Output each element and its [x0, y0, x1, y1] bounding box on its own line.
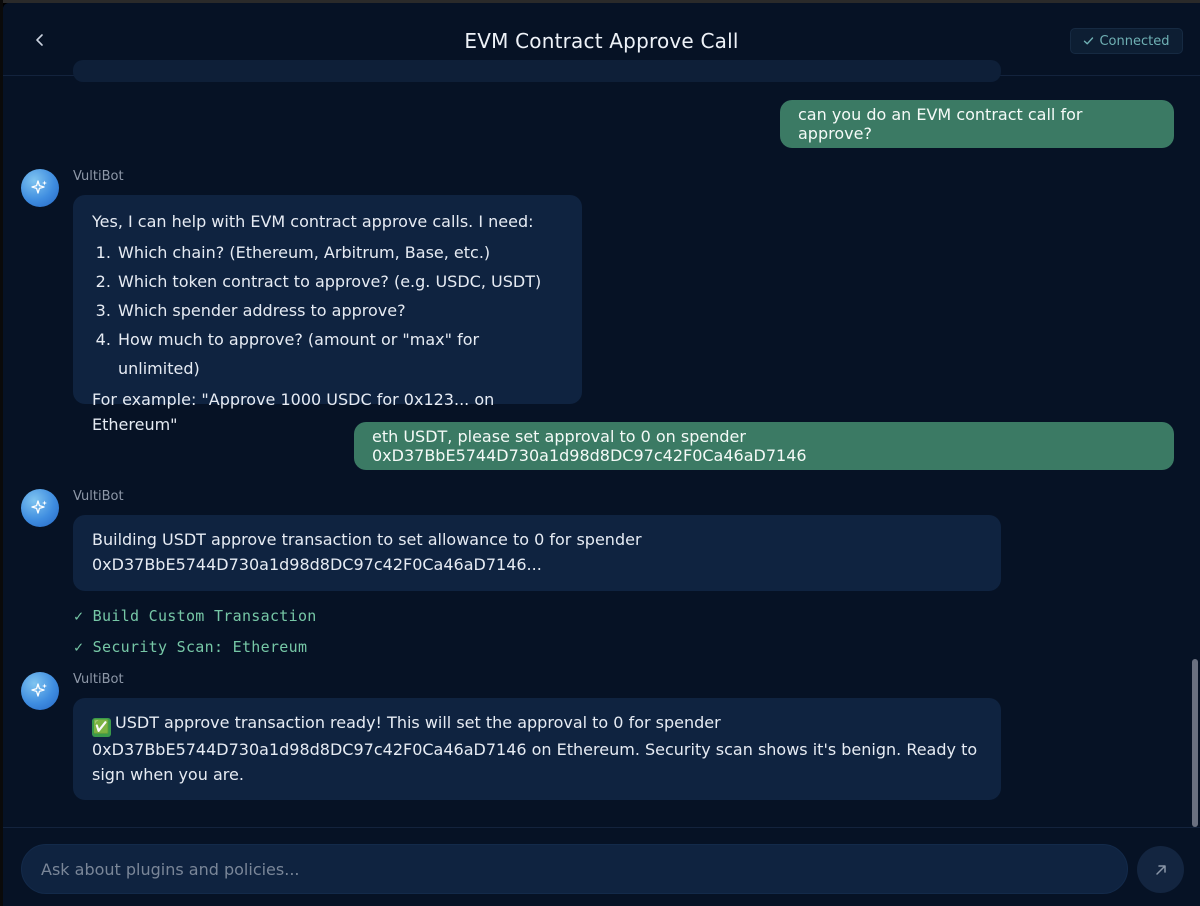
check-icon — [1084, 37, 1094, 45]
tool-status-security-scan: ✓ Security Scan: Ethereum — [74, 638, 308, 656]
bot-message-text: USDT approve transaction ready! This wil… — [115, 713, 721, 732]
message-list[interactable]: can you do an EVM contract call for appr… — [3, 60, 1200, 827]
bot-avatar — [21, 169, 59, 207]
requirements-list: Which chain? (Ethereum, Arbitrum, Base, … — [92, 238, 563, 383]
user-message: eth USDT, please set approval to 0 on sp… — [354, 422, 1174, 470]
check-mark-emoji-icon: ✅ — [92, 718, 111, 737]
connection-status-label: Connected — [1099, 33, 1170, 49]
bot-message-line: Building USDT approve transaction to set… — [92, 530, 642, 549]
bot-name: VultiBot — [73, 672, 124, 687]
bot-message: ✅ USDT approve transaction ready! This wi… — [73, 698, 1001, 800]
sparkle-icon — [31, 180, 47, 194]
chat-window: EVM Contract Approve Call Connected can … — [3, 3, 1200, 906]
user-message-text: eth USDT, please set approval to 0 on sp… — [372, 427, 807, 465]
bot-message-line: sign when you are. — [92, 765, 244, 784]
tool-status-build: ✓ Build Custom Transaction — [74, 607, 317, 625]
message-input[interactable] — [21, 844, 1128, 894]
bot-message: Yes, I can help with EVM contract approv… — [73, 195, 582, 434]
bot-name: VultiBot — [73, 489, 124, 504]
bot-message-line: ✅ USDT approve transaction ready! This wi… — [92, 710, 982, 737]
scrollbar-thumb[interactable] — [1192, 659, 1198, 827]
bot-message-intro: Yes, I can help with EVM contract approv… — [92, 212, 534, 231]
bot-message: Building USDT approve transaction to set… — [73, 515, 1001, 591]
connection-status-badge: Connected — [1070, 28, 1183, 54]
list-item: Which spender address to approve? — [116, 296, 563, 325]
bot-avatar — [21, 672, 59, 710]
sparkle-icon — [31, 500, 47, 514]
previous-message-bubble — [73, 60, 1001, 82]
user-message-text: can you do an EVM contract call for appr… — [798, 105, 1083, 143]
send-button[interactable] — [1137, 846, 1184, 893]
user-message: can you do an EVM contract call for appr… — [780, 100, 1174, 148]
list-item: Which chain? (Ethereum, Arbitrum, Base, … — [116, 238, 563, 267]
bot-message-line: 0xD37BbE5744D730a1d98d8DC97c42F0Ca46aD71… — [92, 555, 542, 574]
list-item: How much to approve? (amount or "max" fo… — [116, 325, 563, 383]
sparkle-icon — [31, 683, 47, 697]
bot-name: VultiBot — [73, 169, 124, 184]
chevron-left-icon — [36, 34, 43, 46]
bot-message-line: 0xD37BbE5744D730a1d98d8DC97c42F0Ca46aD71… — [92, 740, 978, 759]
bot-avatar — [21, 489, 59, 527]
arrow-up-right-icon — [1155, 864, 1166, 875]
list-item: Which token contract to approve? (e.g. U… — [116, 267, 563, 296]
composer — [3, 827, 1200, 906]
back-button[interactable] — [27, 27, 53, 53]
